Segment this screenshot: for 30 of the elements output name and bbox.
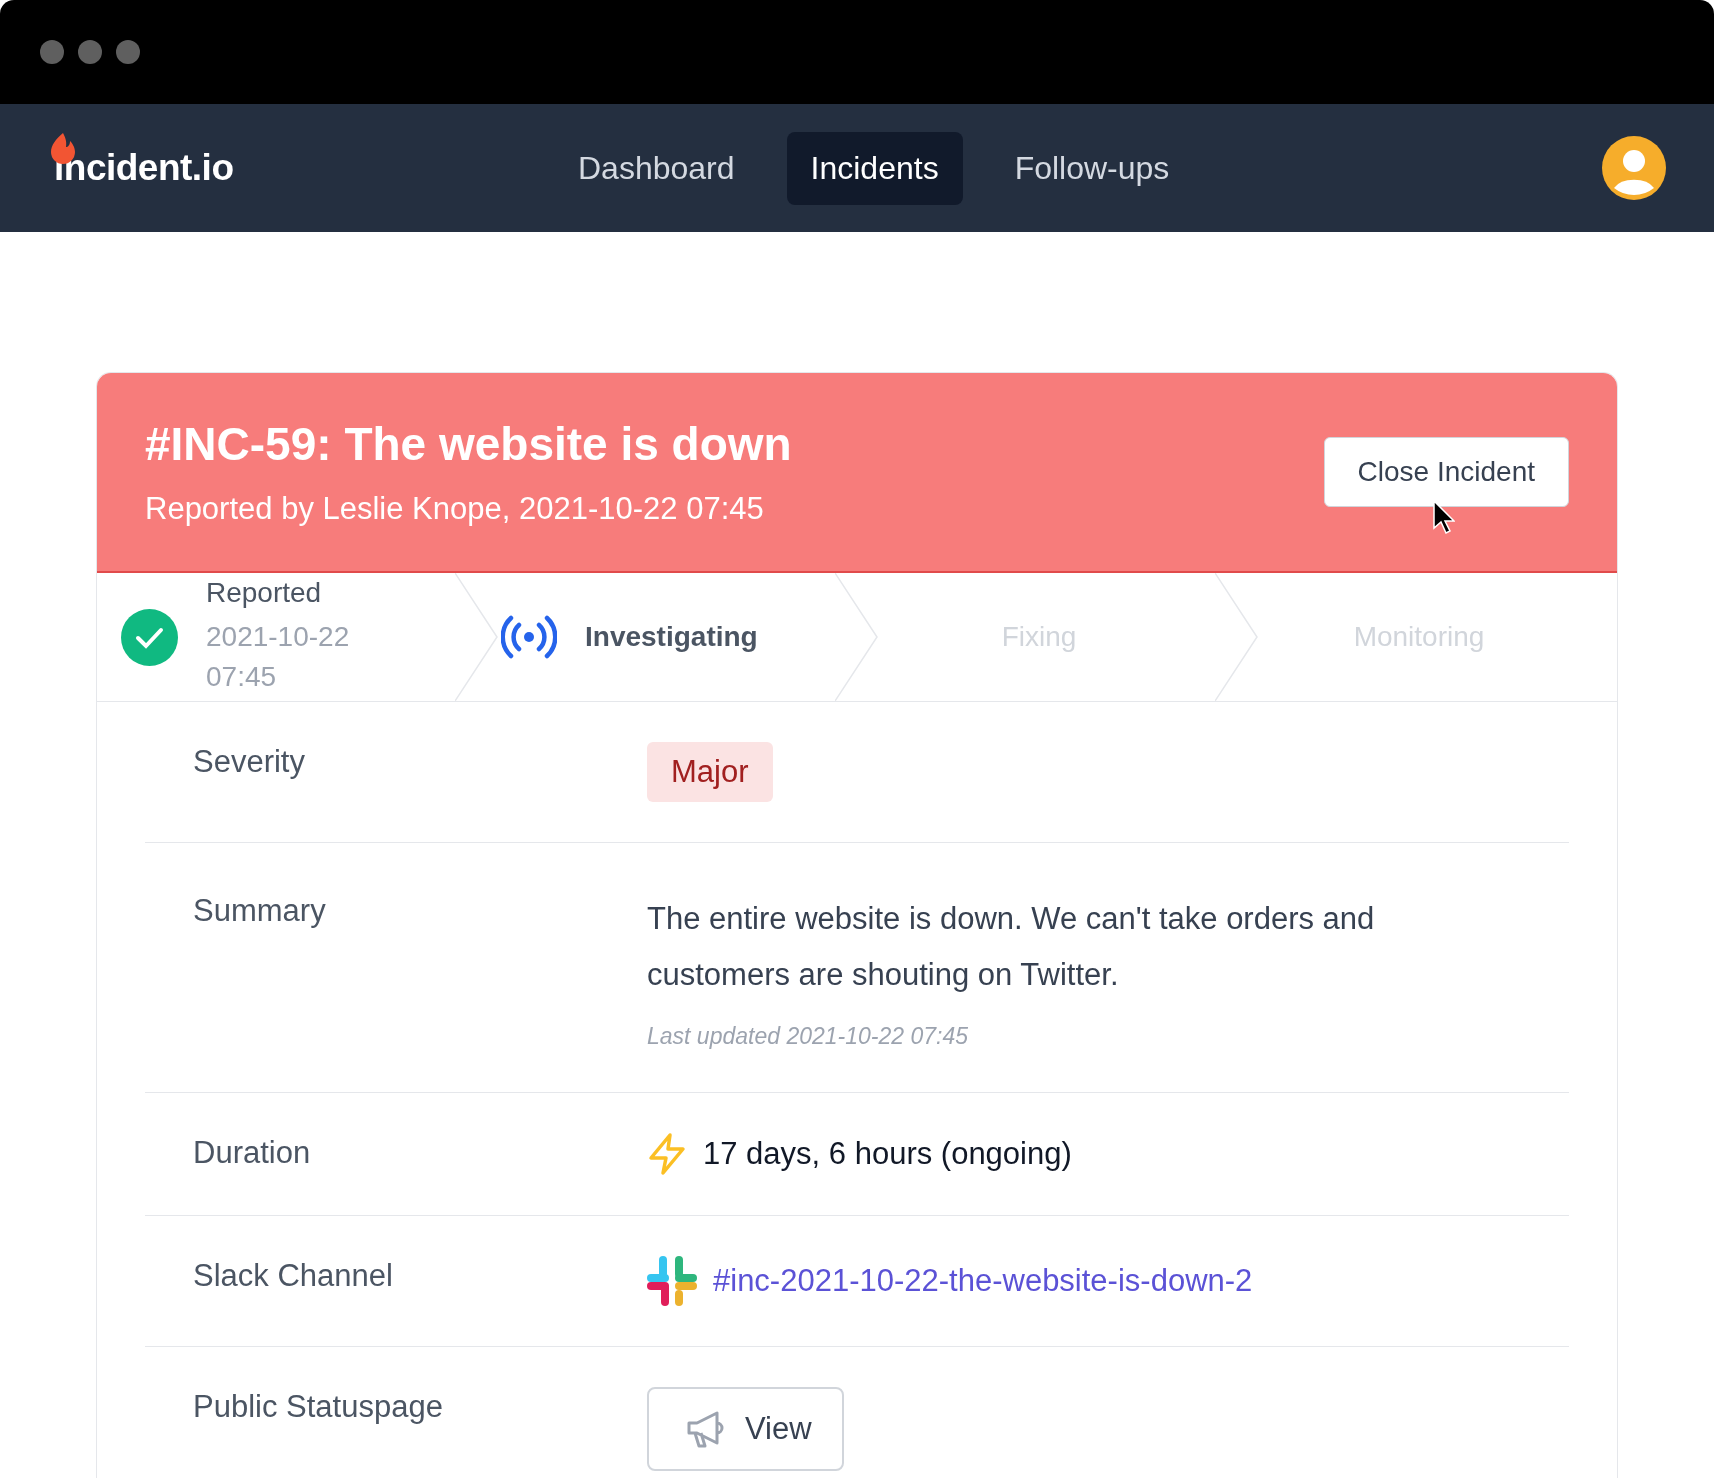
field-label: Slack Channel	[193, 1257, 394, 1295]
field-label: Public Statuspage	[193, 1388, 444, 1426]
lightning-icon	[647, 1133, 687, 1175]
summary-text: The entire website is down. We can't take orders and customers are shouting on Twitter.	[647, 900, 1376, 994]
nav-tab[interactable]: Incidents	[786, 131, 963, 205]
slack-logo-icon	[647, 1256, 697, 1306]
field-label: Duration	[193, 1134, 312, 1172]
slack-channel-link[interactable]: #inc-2021-10-22-the-website-is-down-2	[713, 1263, 1253, 1299]
duration-text: 17 days, 6 hours (ongoing)	[703, 1136, 1072, 1172]
nav-tab[interactable]: Follow-ups	[990, 131, 1194, 205]
step-date: 2021-10-22 07:45	[206, 620, 351, 694]
logo-text: incident.io	[54, 147, 234, 188]
view-button[interactable]: View	[647, 1387, 844, 1471]
avatar-icon[interactable]	[1602, 136, 1666, 200]
step-label: Reported	[206, 577, 323, 609]
reported-by-text: Reported by Leslie Knope, 2021-10-22 07:45	[145, 491, 765, 527]
check-circle-icon	[121, 608, 178, 666]
mouse-cursor-icon	[1432, 500, 1455, 534]
severity-badge: Major	[647, 742, 773, 802]
step-label: Investigating	[585, 621, 758, 653]
incident-title: #INC-59: The website is down	[145, 417, 792, 471]
window-control-icon[interactable]	[40, 40, 64, 64]
broadcast-icon	[501, 615, 557, 659]
window-control-icon[interactable]	[78, 40, 102, 64]
field-label: Severity	[193, 743, 306, 781]
field-label: Summary	[193, 892, 327, 930]
window-control-icon[interactable]	[116, 40, 140, 64]
nav-tab[interactable]: Dashboard	[554, 131, 759, 205]
megaphone-icon	[685, 1409, 725, 1449]
last-updated-text: Last updated 2021-10-22 07:45	[647, 1023, 969, 1050]
